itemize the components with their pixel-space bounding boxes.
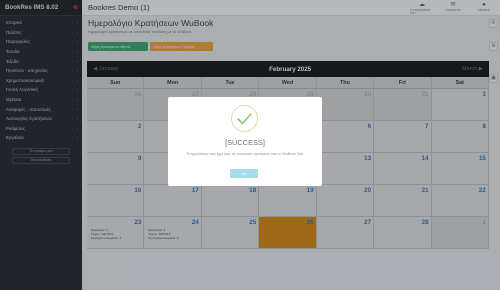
dialog-title: [SUCCESS] [225, 138, 265, 147]
dialog-message: Το ημερολόγιο σας έχει όλες τις τελευταί… [186, 152, 304, 156]
modal-overlay: [SUCCESS] Το ημερολόγιο σας έχει όλες τι… [0, 0, 500, 290]
ok-button[interactable]: OK [230, 169, 258, 178]
success-dialog: [SUCCESS] Το ημερολόγιο σας έχει όλες τι… [168, 97, 322, 186]
check-icon [231, 105, 258, 132]
